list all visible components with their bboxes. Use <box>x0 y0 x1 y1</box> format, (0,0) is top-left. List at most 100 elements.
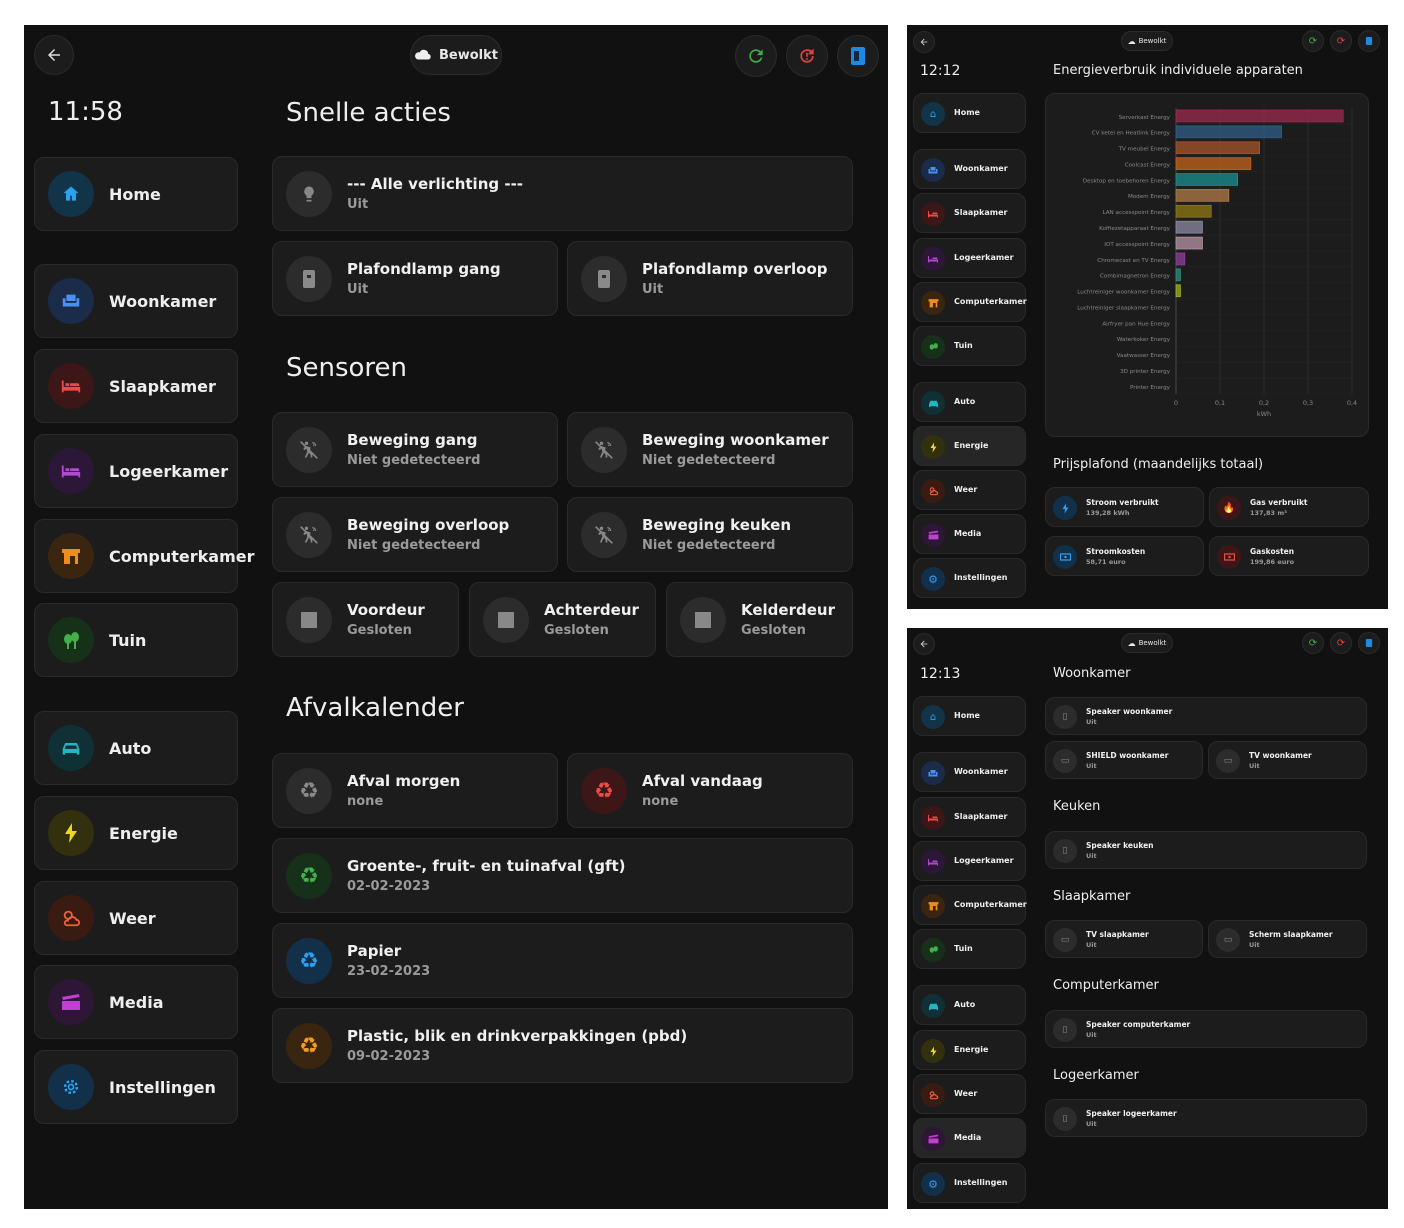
entity-name: Afval vandaag <box>642 772 763 790</box>
sidebar-item-instellingen[interactable]: ⚙ Instellingen <box>913 1163 1026 1203</box>
motion-card-keuken[interactable]: Beweging keuken Niet gedetecteerd <box>567 497 853 572</box>
back-button[interactable] <box>34 35 74 75</box>
sidebar-item-auto[interactable]: Auto <box>913 985 1026 1025</box>
refresh-button[interactable] <box>735 35 777 77</box>
motion-card-overloop[interactable]: Beweging overloop Niet gedetecteerd <box>272 497 558 572</box>
sidebar-item-label: Instellingen <box>954 1178 1008 1187</box>
motion-card-woonkamer[interactable]: Beweging woonkamer Niet gedetecteerd <box>567 412 853 487</box>
speaker-off-icon: ▯ <box>1053 705 1077 729</box>
refresh-button[interactable]: ⟳ <box>1302 632 1324 654</box>
sidebar-item-energie[interactable]: Energie <box>913 1030 1026 1070</box>
refresh-button[interactable]: ⟳ <box>1302 30 1324 52</box>
stat-card-gas[interactable]: 🔥 Gas verbruikt 137,83 m³ <box>1209 487 1369 527</box>
lamp-card-gang[interactable]: Plafondlamp gang Uit <box>272 241 558 316</box>
sidebar-item-auto[interactable]: Auto <box>913 382 1026 422</box>
back-button[interactable] <box>913 31 935 53</box>
door-card-kelderdeur[interactable]: Kelderdeur Gesloten <box>666 582 853 657</box>
media-card-scherm-slaapkamer[interactable]: ▭ Scherm slaapkamer Uit <box>1208 920 1367 958</box>
stat-card-stroom[interactable]: Stroom verbruikt 139,28 kWh <box>1045 487 1204 527</box>
lamp-card-overloop[interactable]: Plafondlamp overloop Uit <box>567 241 853 316</box>
waste-card-tomorrow[interactable]: ♻ Afval morgen none <box>272 753 558 828</box>
sidebar-item-label: Energie <box>954 1045 989 1054</box>
recycle-icon: ♻ <box>286 853 332 899</box>
media-card-tv-slaapkamer[interactable]: ▭ TV slaapkamer Uit <box>1045 920 1203 958</box>
sidebar-item-auto[interactable]: Auto <box>34 711 238 785</box>
y-tick-label: Waterkoker Energy <box>1117 337 1171 343</box>
ceiling-light-icon <box>286 256 332 302</box>
sidebar-item-weer[interactable]: Weer <box>913 470 1026 510</box>
sidebar-item-home[interactable]: Home <box>34 157 238 231</box>
stat-card-gaskosten[interactable]: Gaskosten 199,86 euro <box>1209 536 1369 576</box>
chart-bar <box>1175 284 1181 298</box>
door-closed-icon <box>483 597 529 643</box>
chart-bar <box>1175 252 1186 266</box>
waste-card-papier[interactable]: ♻ Papier 23-02-2023 <box>272 923 853 998</box>
media-card-speaker-keuken[interactable]: ▯ Speaker keuken Uit <box>1045 831 1367 869</box>
restart-button[interactable]: ⟳ <box>1330 632 1352 654</box>
sidebar-item-tuin[interactable]: Tuin <box>913 929 1026 969</box>
sidebar-item-tuin[interactable]: Tuin <box>34 603 238 677</box>
waste-card-today[interactable]: ♻ Afval vandaag none <box>567 753 853 828</box>
sidebar-item-home[interactable]: ⌂ Home <box>913 93 1026 133</box>
waste-card-gft[interactable]: ♻ Groente-, fruit- en tuinafval (gft) 02… <box>272 838 853 913</box>
sidebar-item-label: Energie <box>109 824 178 843</box>
entity-state: Uit <box>1249 762 1260 770</box>
sidebar-toggle-button[interactable] <box>1358 30 1380 52</box>
sidebar-item-tuin[interactable]: Tuin <box>913 326 1026 366</box>
chart-bar <box>1175 268 1181 282</box>
sidebar-item-weer[interactable]: Weer <box>34 881 238 955</box>
media-card-speaker-computerkamer[interactable]: ▯ Speaker computerkamer Uit <box>1045 1010 1367 1048</box>
door-card-achterdeur[interactable]: Achterdeur Gesloten <box>469 582 656 657</box>
media-card-shield-woonkamer[interactable]: ▭ SHIELD woonkamer Uit <box>1045 741 1203 779</box>
motion-card-gang[interactable]: Beweging gang Niet gedetecteerd <box>272 412 558 487</box>
sidebar-item-computerkamer[interactable]: Computerkamer <box>34 519 255 593</box>
door-card-voordeur[interactable]: Voordeur Gesloten <box>272 582 459 657</box>
sidebar-item-logeerkamer[interactable]: Logeerkamer <box>913 841 1026 881</box>
media-card-tv-woonkamer[interactable]: ▭ TV woonkamer Uit <box>1208 741 1367 779</box>
sidebar-item-computerkamer[interactable]: Computerkamer <box>913 885 1027 925</box>
y-tick-label: Luchtreiniger woonkamer Energy <box>1077 290 1170 296</box>
gear-icon: ⚙ <box>921 1172 945 1196</box>
media-card-speaker-logeerkamer[interactable]: ▯ Speaker logeerkamer Uit <box>1045 1099 1367 1137</box>
weather-chip[interactable]: ☁ Bewolkt <box>1121 31 1173 51</box>
back-button[interactable] <box>913 633 935 655</box>
waste-card-pbd[interactable]: ♻ Plastic, blik en drinkverpakkingen (pb… <box>272 1008 853 1083</box>
sidebar-item-logeerkamer[interactable]: Logeerkamer <box>34 434 238 508</box>
sidebar-item-woonkamer[interactable]: Woonkamer <box>913 149 1026 189</box>
sidebar-toggle-button[interactable] <box>1358 632 1380 654</box>
sidebar-item-slaapkamer[interactable]: Slaapkamer <box>34 349 238 423</box>
sidebar-item-label: Tuin <box>954 944 973 953</box>
tv-off-icon: ▭ <box>1053 928 1077 952</box>
weather-chip[interactable]: ☁ Bewolkt <box>1121 633 1173 653</box>
sidebar-item-media[interactable]: Media <box>913 514 1026 554</box>
y-tick-label: IOT accesspoint Energy <box>1104 242 1170 248</box>
sidebar-item-energie[interactable]: Energie <box>913 426 1026 466</box>
sidebar-item-media[interactable]: Media <box>913 1118 1026 1158</box>
sidebar-item-computerkamer[interactable]: Computerkamer <box>913 282 1027 322</box>
entity-name: Scherm slaapkamer <box>1249 930 1333 939</box>
tree-icon <box>921 938 945 962</box>
sidebar-toggle-button[interactable] <box>837 35 879 77</box>
all-lights-card[interactable]: --- Alle verlichting --- Uit <box>272 156 853 231</box>
media-card-speaker-woonkamer[interactable]: ▯ Speaker woonkamer Uit <box>1045 697 1367 735</box>
speaker-off-icon: ▯ <box>1053 1107 1077 1131</box>
sidebar-item-logeerkamer[interactable]: Logeerkamer <box>913 238 1026 278</box>
sidebar-item-label: Computerkamer <box>954 900 1027 909</box>
sidebar-item-slaapkamer[interactable]: Slaapkamer <box>913 797 1026 837</box>
sidebar-item-instellingen[interactable]: Instellingen <box>34 1050 238 1124</box>
restart-button[interactable] <box>786 35 828 77</box>
motion-sensor-off-icon <box>286 512 332 558</box>
sidebar-item-weer[interactable]: Weer <box>913 1074 1026 1114</box>
restart-button[interactable]: ⟳ <box>1330 30 1352 52</box>
sidebar-item-woonkamer[interactable]: Woonkamer <box>913 752 1026 792</box>
sidebar-item-label: Home <box>109 185 161 204</box>
sidebar-item-woonkamer[interactable]: Woonkamer <box>34 264 238 338</box>
stat-name: Stroomkosten <box>1086 547 1146 556</box>
sidebar-item-media[interactable]: Media <box>34 965 238 1039</box>
sidebar-item-energie[interactable]: Energie <box>34 796 238 870</box>
sidebar-item-home[interactable]: ⌂ Home <box>913 696 1026 736</box>
sidebar-item-instellingen[interactable]: ⚙ Instellingen <box>913 558 1026 598</box>
sidebar-item-slaapkamer[interactable]: Slaapkamer <box>913 193 1026 233</box>
stat-card-stroomkosten[interactable]: Stroomkosten 58,71 euro <box>1045 536 1204 576</box>
weather-chip[interactable]: Bewolkt <box>410 35 502 75</box>
